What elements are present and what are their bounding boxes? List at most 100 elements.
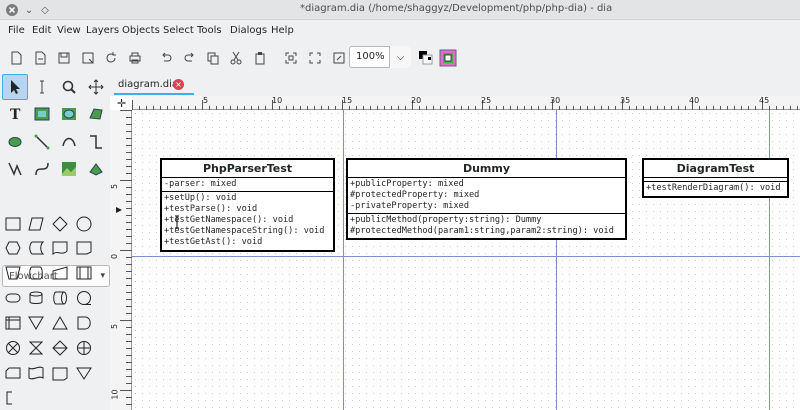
save-icon[interactable] bbox=[54, 48, 74, 68]
process-shape-icon[interactable] bbox=[2, 213, 24, 235]
page-boundary-line bbox=[556, 110, 557, 410]
uml-class-name: PhpParserTest bbox=[162, 160, 333, 178]
uml-operation: +testGetNamespaceString(): void bbox=[164, 226, 325, 236]
menu-file[interactable]: File bbox=[8, 25, 25, 36]
arc-tool-icon[interactable] bbox=[56, 129, 82, 155]
box-tool-icon[interactable] bbox=[29, 101, 55, 127]
redo-icon[interactable] bbox=[180, 48, 200, 68]
line-tool-icon[interactable] bbox=[29, 129, 55, 155]
undo-icon[interactable] bbox=[156, 48, 176, 68]
summing-junction-shape-icon[interactable] bbox=[2, 337, 24, 359]
svg-text:T: T bbox=[10, 107, 21, 123]
ruler-tick-label: 5 bbox=[110, 323, 120, 330]
pin-icon[interactable]: ◇ bbox=[37, 2, 53, 18]
manual-operation-shape-icon[interactable] bbox=[2, 262, 24, 284]
reload-icon[interactable] bbox=[101, 48, 121, 68]
tab-diagram[interactable]: diagram.dia × bbox=[114, 75, 194, 95]
uml-class-name: DiagramTest bbox=[644, 160, 787, 178]
polyline-tool-icon[interactable] bbox=[2, 156, 28, 182]
merge-shape-icon[interactable] bbox=[25, 312, 47, 334]
ruler-tick-label: 5 bbox=[110, 183, 120, 190]
zigzag-tool-icon[interactable] bbox=[83, 129, 109, 155]
chevron-down-icon[interactable]: ⌵ bbox=[389, 46, 411, 68]
menu-dialogs[interactable]: Dialogs bbox=[230, 25, 267, 36]
text-edit-tool-icon[interactable] bbox=[29, 74, 55, 100]
menu-edit[interactable]: Edit bbox=[32, 25, 51, 36]
pointer-tool-icon[interactable] bbox=[2, 74, 28, 100]
online-storage-shape-icon[interactable] bbox=[49, 362, 71, 384]
canvas-grid[interactable]: PhpParserTest -parser: mixed +setUp(): v… bbox=[132, 110, 800, 410]
page-boundary-line bbox=[343, 110, 344, 410]
manual-input-shape-icon[interactable] bbox=[49, 262, 71, 284]
stored-data-shape-icon[interactable] bbox=[25, 237, 47, 259]
zoom-combo[interactable]: 100% ⌵ bbox=[349, 46, 411, 68]
ruler-tick-label: 5 bbox=[203, 96, 209, 105]
card-shape-icon[interactable] bbox=[2, 362, 24, 384]
close-icon[interactable]: × bbox=[173, 79, 184, 90]
new-diagram-icon[interactable] bbox=[30, 48, 50, 68]
uml-class[interactable]: Dummy +publicProperty: mixed #protectedP… bbox=[346, 158, 627, 240]
extract-shape-icon[interactable] bbox=[49, 312, 71, 334]
offline-storage-shape-icon[interactable] bbox=[73, 362, 95, 384]
ruler-tick-label: 0 bbox=[110, 253, 120, 260]
direct-access-shape-icon[interactable] bbox=[49, 287, 71, 309]
color-selector[interactable] bbox=[418, 48, 458, 68]
sort-shape-icon[interactable] bbox=[49, 337, 71, 359]
ruler-tick-label: 15 bbox=[342, 96, 353, 105]
zoom-value[interactable]: 100% bbox=[356, 51, 385, 62]
decision-shape-icon[interactable] bbox=[49, 213, 71, 235]
document-shape-icon[interactable] bbox=[49, 237, 71, 259]
chevron-down-icon[interactable]: ⌄ bbox=[21, 2, 37, 18]
preparation-shape-icon[interactable] bbox=[2, 237, 24, 259]
menu-objects[interactable]: Objects bbox=[122, 25, 160, 36]
or-shape-icon[interactable] bbox=[73, 337, 95, 359]
predefined-process-shape-icon[interactable] bbox=[73, 262, 95, 284]
sequential-storage-shape-icon[interactable] bbox=[73, 287, 95, 309]
magnify-tool-icon[interactable] bbox=[56, 74, 82, 100]
text-tool-icon[interactable]: T bbox=[2, 101, 28, 127]
uml-class[interactable]: PhpParserTest -parser: mixed +setUp(): v… bbox=[160, 158, 335, 252]
uml-operations: +testRenderDiagram(): void bbox=[644, 182, 787, 195]
beziergon-tool-icon[interactable] bbox=[2, 129, 28, 155]
collate-shape-icon[interactable] bbox=[25, 337, 47, 359]
cut-icon[interactable] bbox=[226, 48, 246, 68]
save-as-icon[interactable] bbox=[78, 48, 98, 68]
delay-shape-icon[interactable] bbox=[73, 312, 95, 334]
menu-help[interactable]: Help bbox=[271, 25, 294, 36]
app-icon[interactable] bbox=[4, 2, 20, 18]
menu-tools[interactable]: Tools bbox=[197, 25, 222, 36]
scroll-tool-icon[interactable] bbox=[83, 74, 109, 100]
title-bar: ⌄ ◇ *diagram.dia (/home/shaggyz/Developm… bbox=[0, 0, 800, 20]
input-output-shape-icon[interactable] bbox=[25, 213, 47, 235]
zoom-selection-icon[interactable] bbox=[305, 48, 325, 68]
menu-layers[interactable]: Layers bbox=[86, 25, 119, 36]
connector-shape-icon[interactable] bbox=[73, 213, 95, 235]
polygon-tool-icon[interactable] bbox=[83, 101, 109, 127]
copy-icon[interactable] bbox=[203, 48, 223, 68]
off-page-shape-icon[interactable] bbox=[73, 237, 95, 259]
paste-icon[interactable] bbox=[250, 48, 270, 68]
origin-crosshair-icon[interactable]: ✛ bbox=[117, 97, 126, 110]
uml-operation: +testGetNamespace(): void bbox=[164, 215, 294, 225]
terminal-shape-icon[interactable] bbox=[2, 287, 24, 309]
punched-tape-shape-icon[interactable] bbox=[25, 362, 47, 384]
bezierline-tool-icon[interactable] bbox=[29, 156, 55, 182]
menu-view[interactable]: View bbox=[57, 25, 81, 36]
outline-tool-icon[interactable] bbox=[83, 156, 109, 182]
zoom-fit-icon[interactable] bbox=[281, 48, 301, 68]
magnetic-disk-shape-icon[interactable] bbox=[25, 287, 47, 309]
annotation-shape-icon[interactable] bbox=[2, 387, 24, 409]
image-tool-icon[interactable] bbox=[56, 156, 82, 182]
diagram-canvas[interactable]: ✛ 5 10 15 20 25 30 35 40 45 5 0 5 10 Php… bbox=[110, 96, 800, 410]
tab-label: diagram.dia bbox=[118, 79, 179, 90]
uml-class[interactable]: DiagramTest +testRenderDiagram(): void bbox=[642, 158, 789, 198]
new-file-icon[interactable] bbox=[6, 48, 26, 68]
display-shape-icon[interactable] bbox=[25, 262, 47, 284]
uml-operation: #protectedMethod(param1:string,param2:st… bbox=[350, 226, 614, 236]
zoom-window-icon[interactable] bbox=[329, 48, 349, 68]
menu-select[interactable]: Select bbox=[163, 25, 194, 36]
print-icon[interactable] bbox=[125, 48, 145, 68]
uml-operation: +publicMethod(property:string): Dummy bbox=[350, 215, 542, 225]
ellipse-tool-icon[interactable] bbox=[56, 101, 82, 127]
internal-storage-shape-icon[interactable] bbox=[2, 312, 24, 334]
